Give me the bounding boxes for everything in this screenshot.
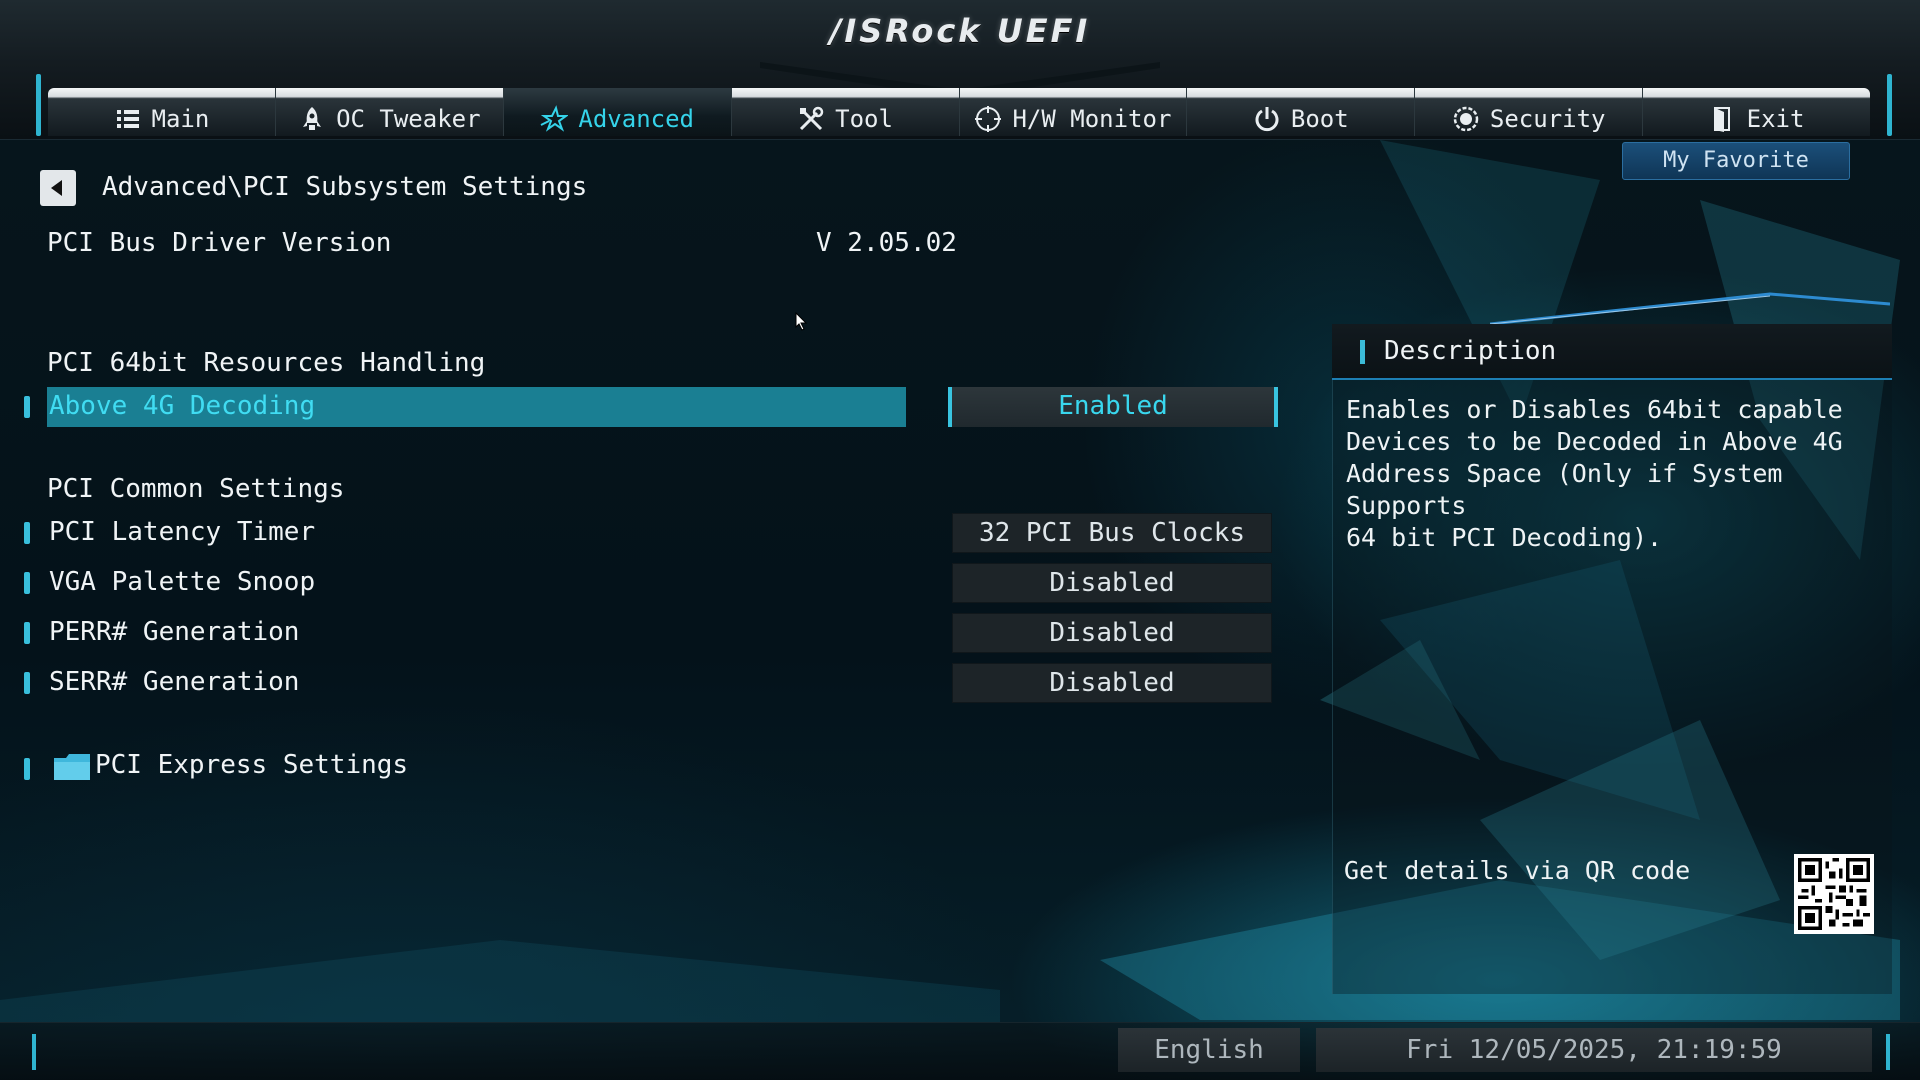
submenu-pci-express-settings[interactable]: PCI Express Settings: [95, 750, 408, 780]
row-marker: [24, 572, 30, 594]
row-marker: [24, 522, 30, 544]
tab-tool[interactable]: Tool: [732, 88, 960, 136]
tab-label: Advanced: [578, 105, 694, 133]
breadcrumb: Advanced\PCI Subsystem Settings: [102, 172, 588, 202]
tab-exit[interactable]: Exit: [1643, 88, 1870, 136]
nav-edge-left: [36, 74, 41, 136]
back-button[interactable]: [40, 170, 76, 206]
section-common-heading: PCI Common Settings: [47, 474, 345, 504]
folder-icon: [54, 754, 90, 780]
tab-advanced[interactable]: Advanced: [503, 88, 732, 136]
header-bar: /ISRock UEFI Main OC Tweaker Advanced To…: [0, 0, 1920, 140]
tab-oc-tweaker[interactable]: OC Tweaker: [276, 88, 504, 136]
driver-version-value: V 2.05.02: [816, 228, 957, 258]
setting-value-vga-palette-snoop[interactable]: Disabled: [952, 563, 1272, 603]
shield-icon: [1452, 105, 1480, 133]
tab-hw-monitor[interactable]: H/W Monitor: [960, 88, 1188, 136]
tab-label: Security: [1489, 105, 1606, 133]
description-text: Enables or Disables 64bit capable Device…: [1346, 395, 1843, 552]
setting-value-above-4g[interactable]: Enabled: [948, 387, 1278, 427]
row-marker: [24, 622, 30, 644]
language-button[interactable]: English: [1118, 1028, 1300, 1072]
tab-label: Boot: [1290, 105, 1349, 133]
setting-label-perr-generation[interactable]: PERR# Generation: [49, 617, 299, 647]
qr-code[interactable]: [1794, 854, 1874, 934]
exit-door-icon: [1709, 105, 1737, 133]
mouse-cursor-icon: [795, 312, 808, 331]
rocket-icon: [298, 105, 326, 133]
tools-icon: [797, 105, 825, 133]
power-icon: [1253, 105, 1281, 133]
list-icon: [114, 105, 142, 133]
tab-boot[interactable]: Boot: [1187, 88, 1416, 136]
footer-edge-left: [32, 1034, 36, 1070]
section-64bit-heading: PCI 64bit Resources Handling: [47, 348, 486, 378]
nav-edge-right: [1887, 74, 1892, 136]
setting-value-serr-generation[interactable]: Disabled: [952, 663, 1272, 703]
description-top-decoration: [1490, 292, 1890, 324]
description-title: Description: [1384, 336, 1557, 366]
crosshair-icon: [974, 105, 1002, 133]
row-marker: [24, 396, 30, 418]
tab-main[interactable]: Main: [48, 88, 276, 136]
setting-value-perr-generation[interactable]: Disabled: [952, 613, 1272, 653]
description-header-marker: [1360, 340, 1365, 364]
description-header: Description: [1332, 324, 1892, 380]
tab-label: Exit: [1746, 105, 1805, 133]
row-marker: [24, 672, 30, 694]
datetime-display[interactable]: Fri 12/05/2025, 21:19:59: [1316, 1028, 1872, 1072]
setting-label-latency-timer[interactable]: PCI Latency Timer: [49, 517, 315, 547]
footer-edge-right: [1886, 1034, 1890, 1070]
qr-label: Get details via QR code: [1344, 856, 1691, 885]
star-icon: [540, 105, 570, 133]
setting-label-above-4g: Above 4G Decoding: [49, 391, 316, 421]
setting-value-latency-timer[interactable]: 32 PCI Bus Clocks: [952, 513, 1272, 553]
tab-label: H/W Monitor: [1012, 105, 1172, 133]
tab-security[interactable]: Security: [1415, 88, 1644, 136]
main-nav: Main OC Tweaker Advanced Tool H/W Monito…: [48, 88, 1870, 136]
tab-label: OC Tweaker: [336, 105, 481, 133]
setting-label-serr-generation[interactable]: SERR# Generation: [49, 667, 299, 697]
uefi-logo: /ISRock UEFI: [829, 12, 1091, 50]
tab-label: Main: [151, 105, 210, 133]
row-marker: [24, 758, 30, 780]
tab-label: Tool: [835, 105, 893, 133]
my-favorite-button[interactable]: My Favorite: [1622, 142, 1850, 180]
driver-version-label: PCI Bus Driver Version: [47, 228, 392, 258]
setting-label-vga-palette-snoop[interactable]: VGA Palette Snoop: [49, 567, 315, 597]
